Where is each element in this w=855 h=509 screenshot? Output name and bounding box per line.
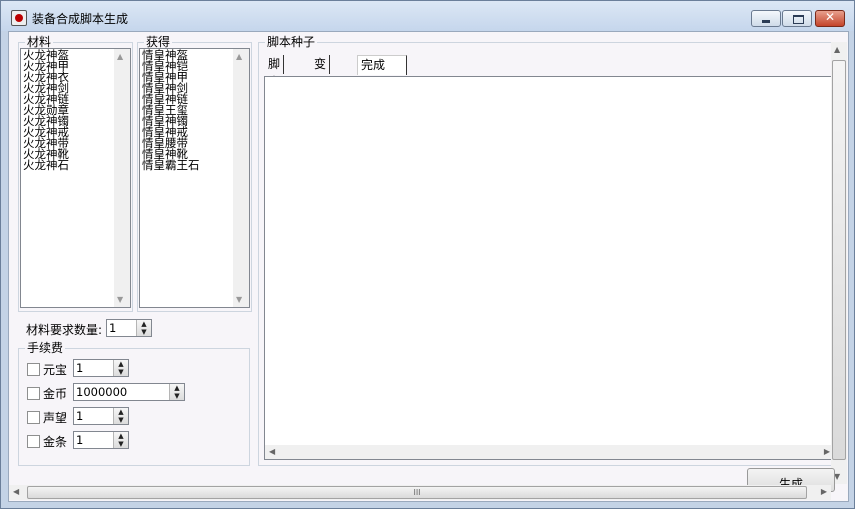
fee-goldbar-stepper[interactable]: 1 ▲ ▼ — [73, 431, 129, 449]
spin-arrows-icon[interactable]: ▲ ▼ — [169, 384, 184, 400]
scroll-grip: III — [413, 488, 421, 497]
maximize-button[interactable] — [782, 10, 812, 27]
minimize-button[interactable] — [751, 10, 781, 27]
spin-arrows-icon[interactable]: ▲ ▼ — [113, 360, 128, 376]
materials-group: 材料 火龙神盔 火龙神甲 火龙神衣 火龙神剑 火龙神链 火龙勋章 火龙神镯 火龙… — [18, 35, 133, 312]
client-area: 材料 火龙神盔 火龙神甲 火龙神衣 火龙神剑 火龙神链 火龙勋章 火龙神镯 火龙… — [8, 31, 849, 502]
fee-goldbar-label: 金条 — [43, 435, 68, 449]
fee-yuanbao-stepper[interactable]: 1 ▲ ▼ — [73, 359, 129, 377]
obtained-group: 获得 情皇神盔 情皇神铠 情皇神甲 情皇神剑 情皇神链 情皇王玺 情皇神镯 情皇… — [137, 35, 252, 312]
app-icon — [11, 10, 27, 26]
scroll-left-icon[interactable]: ◀ — [13, 487, 19, 496]
editor-hscrollbar[interactable]: ◀ ▶ — [265, 445, 834, 459]
scroll-right-icon[interactable]: ▶ — [821, 487, 827, 496]
scroll-right-icon[interactable]: ▶ — [824, 447, 830, 456]
obtained-label: 获得 — [144, 35, 173, 49]
fee-yuanbao-value: 1 — [76, 361, 84, 375]
scroll-down-icon[interactable]: ▼ — [236, 295, 242, 304]
quantity-stepper[interactable]: 1 ▲ ▼ — [106, 319, 152, 337]
spin-arrows-icon[interactable]: ▲ ▼ — [113, 432, 128, 448]
tab-complete[interactable]: 完成 — [357, 55, 407, 75]
fee-goldbar-value: 1 — [76, 433, 84, 447]
close-icon: ✕ — [824, 10, 836, 24]
scroll-up-icon[interactable]: ▲ — [834, 45, 840, 54]
fee-prestige-checkbox[interactable] — [27, 411, 40, 424]
fees-label: 手续费 — [25, 341, 66, 355]
scroll-up-icon[interactable]: ▲ — [236, 52, 242, 61]
fee-yuanbao-label: 元宝 — [43, 363, 68, 377]
fee-gold-value: 1000000 — [76, 385, 128, 399]
minimize-icon — [762, 20, 770, 23]
hscroll-thumb[interactable]: III — [27, 486, 807, 499]
spin-arrows-icon[interactable]: ▲ ▼ — [136, 320, 151, 336]
materials-label: 材料 — [25, 35, 54, 49]
scroll-up-icon[interactable]: ▲ — [117, 52, 123, 61]
list-item[interactable]: 火龙神石 — [23, 159, 69, 171]
fee-gold-checkbox[interactable] — [27, 387, 40, 400]
close-button[interactable]: ✕ — [815, 10, 845, 27]
window-title: 装备合成脚本生成 — [32, 12, 129, 26]
window-vscrollbar[interactable]: ▲ ▼ — [831, 42, 847, 484]
fee-prestige-label: 声望 — [43, 411, 68, 425]
fee-gold-label: 金币 — [43, 387, 68, 401]
maximize-icon — [793, 15, 804, 24]
title-bar[interactable]: 装备合成脚本生成 ✕ — [1, 1, 854, 31]
window-hscrollbar[interactable]: ◀ III ▶ — [9, 485, 831, 500]
quantity-value: 1 — [109, 321, 117, 335]
vscroll-thumb[interactable] — [832, 60, 846, 460]
tab-script[interactable]: 脚本 — [265, 55, 285, 89]
obtained-list[interactable]: 情皇神盔 情皇神铠 情皇神甲 情皇神剑 情皇神链 情皇王玺 情皇神镯 情皇神戒 … — [139, 48, 250, 308]
list-item[interactable]: 情皇霸王石 — [142, 159, 200, 171]
script-seed-label: 脚本种子 — [265, 35, 318, 49]
scroll-left-icon[interactable]: ◀ — [269, 447, 275, 456]
obtained-scrollbar[interactable]: ▲ ▼ — [233, 49, 249, 307]
fees-group: 手续费 元宝 1 ▲ ▼ 金币 1000000 ▲ ▼ 声望 1 ▲ ▼ 金条 1 — [18, 341, 250, 466]
materials-scrollbar[interactable]: ▲ ▼ — [114, 49, 130, 307]
tab-variables[interactable]: 变量 — [311, 55, 331, 89]
quantity-label: 材料要求数量: — [26, 323, 103, 337]
fee-gold-stepper[interactable]: 1000000 ▲ ▼ — [73, 383, 185, 401]
scroll-down-icon[interactable]: ▼ — [117, 295, 123, 304]
materials-items: 火龙神盔 火龙神甲 火龙神衣 火龙神剑 火龙神链 火龙勋章 火龙神镯 火龙神戒 … — [23, 49, 69, 171]
obtained-items: 情皇神盔 情皇神铠 情皇神甲 情皇神剑 情皇神链 情皇王玺 情皇神镯 情皇神戒 … — [142, 49, 200, 171]
fee-prestige-stepper[interactable]: 1 ▲ ▼ — [73, 407, 129, 425]
materials-list[interactable]: 火龙神盔 火龙神甲 火龙神衣 火龙神剑 火龙神链 火龙勋章 火龙神镯 火龙神戒 … — [20, 48, 131, 308]
script-editor[interactable]: ◀ ▶ — [264, 76, 835, 460]
main-window: 装备合成脚本生成 ✕ 材料 火龙神盔 火龙神甲 火龙神衣 火龙神剑 火龙神链 火… — [0, 0, 855, 509]
fee-prestige-value: 1 — [76, 409, 84, 423]
fee-yuanbao-checkbox[interactable] — [27, 363, 40, 376]
fee-goldbar-checkbox[interactable] — [27, 435, 40, 448]
spin-arrows-icon[interactable]: ▲ ▼ — [113, 408, 128, 424]
